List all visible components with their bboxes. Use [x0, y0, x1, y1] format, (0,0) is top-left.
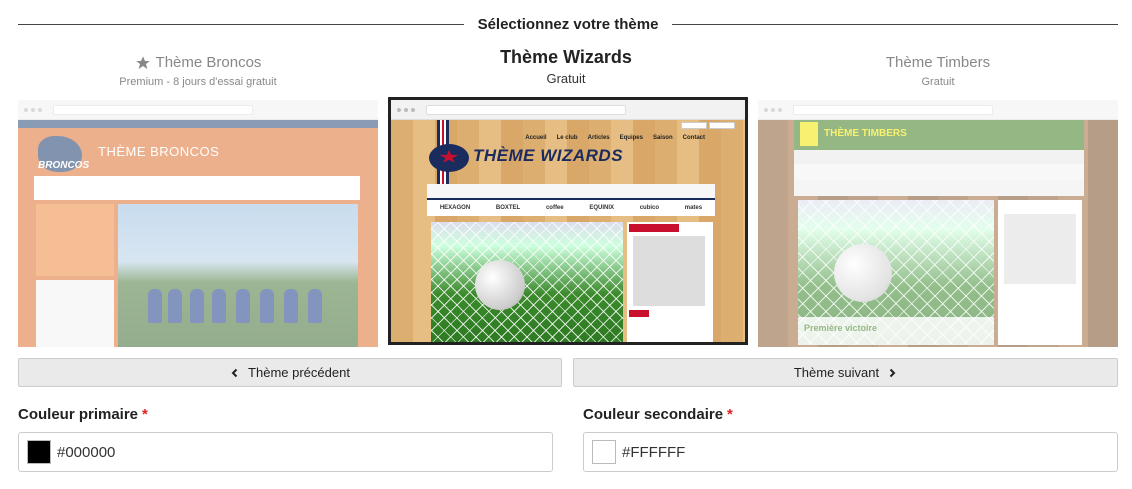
soccer-ball [475, 260, 525, 310]
broncos-sidebar-ad [36, 280, 114, 347]
browser-bar [18, 100, 378, 120]
secondary-color-label: Couleur secondaire * [583, 406, 733, 423]
required-marker: * [142, 406, 148, 423]
soccer-ball [834, 244, 892, 302]
wizards-photo [431, 222, 623, 342]
broncos-logo-text: BRONCOS [38, 160, 90, 171]
theme-name-current: Thème Wizards [500, 47, 632, 67]
required-marker: * [727, 406, 733, 423]
timbers-sidebar [998, 200, 1082, 345]
theme-card-previous[interactable]: Thème Broncos Premium - 8 jours d'essai … [18, 44, 378, 347]
secondary-color-input[interactable]: #FFFFFF [583, 432, 1118, 472]
next-theme-button[interactable]: Thème suivant [573, 358, 1118, 387]
browser-bar [391, 100, 745, 120]
theme-card-current[interactable]: Thème Wizards Gratuit Accueil Le club Ar… [386, 44, 748, 345]
header-line-left [18, 23, 464, 25]
timbers-header: THÈME TIMBERS [794, 120, 1084, 150]
timbers-scorebar [794, 164, 1084, 180]
wizards-ad-image [633, 236, 705, 306]
header-line-right [672, 23, 1119, 25]
theme-name-next: Thème Timbers [885, 54, 991, 71]
section-title: Sélectionnez votre thème [477, 15, 659, 33]
theme-preview-current[interactable]: Accueil Le club Articles Equipes Saison … [388, 97, 748, 345]
star-icon [135, 56, 150, 69]
timbers-caption: Première victoire [804, 323, 878, 333]
wizards-top-buttons [681, 122, 735, 129]
primary-color-swatch[interactable] [27, 440, 51, 464]
broncos-preview-content: BRONCOS THÈME BRONCOS [18, 120, 378, 347]
wizards-preview-content: Accueil Le club Articles Equipes Saison … [391, 120, 745, 342]
timbers-preview-title: THÈME TIMBERS [824, 128, 907, 139]
theme-card-next[interactable]: Thème Timbers Gratuit THÈME TIMBERS Prem… [758, 44, 1118, 347]
wizards-preview-title: THÈME WIZARDS [473, 146, 624, 165]
timbers-sponsors [794, 180, 1084, 196]
chevron-right-icon [889, 368, 896, 377]
primary-color-input[interactable]: #000000 [18, 432, 553, 472]
timbers-ad-image [1004, 214, 1076, 284]
timbers-nav [794, 150, 1084, 164]
browser-bar [758, 100, 1118, 120]
wizards-sidebar [627, 222, 713, 342]
wizards-sponsors: HEXAGON BOXTEL coffee EQUINIX cubico mat… [427, 200, 715, 216]
theme-preview-previous[interactable]: BRONCOS THÈME BRONCOS [18, 100, 378, 347]
theme-subtitle-previous: Premium - 8 jours d'essai gratuit [119, 76, 277, 88]
timbers-photo: Première victoire [798, 200, 994, 345]
primary-color-value[interactable]: #000000 [57, 444, 115, 461]
primary-color-label: Couleur primaire * [18, 406, 148, 423]
theme-name-previous: Thème Broncos [18, 52, 378, 74]
chevron-left-icon [231, 368, 238, 377]
theme-subtitle-current: Gratuit [546, 71, 586, 86]
theme-preview-next[interactable]: THÈME TIMBERS Première victoire [758, 100, 1118, 347]
secondary-color-swatch[interactable] [592, 440, 616, 464]
wizards-scorebar [427, 184, 715, 200]
theme-name-previous-label: Thème Broncos [155, 54, 262, 71]
broncos-preview-title: THÈME BRONCOS [98, 144, 220, 159]
timbers-flag [800, 122, 818, 146]
theme-subtitle-next: Gratuit [921, 76, 955, 88]
previous-theme-button[interactable]: Thème précédent [18, 358, 562, 387]
secondary-color-value[interactable]: #FFFFFF [622, 444, 685, 461]
timbers-preview-content: THÈME TIMBERS Première victoire [758, 120, 1118, 347]
previous-theme-label: Thème précédent [248, 365, 350, 380]
wizards-nav: Accueil Le club Articles Equipes Saison … [525, 135, 705, 141]
broncos-sidebar [36, 204, 114, 276]
broncos-photo [118, 204, 358, 347]
broncos-scorebar [34, 176, 360, 200]
section-header: Sélectionnez votre thème [18, 12, 1119, 36]
next-theme-label: Thème suivant [793, 365, 880, 380]
